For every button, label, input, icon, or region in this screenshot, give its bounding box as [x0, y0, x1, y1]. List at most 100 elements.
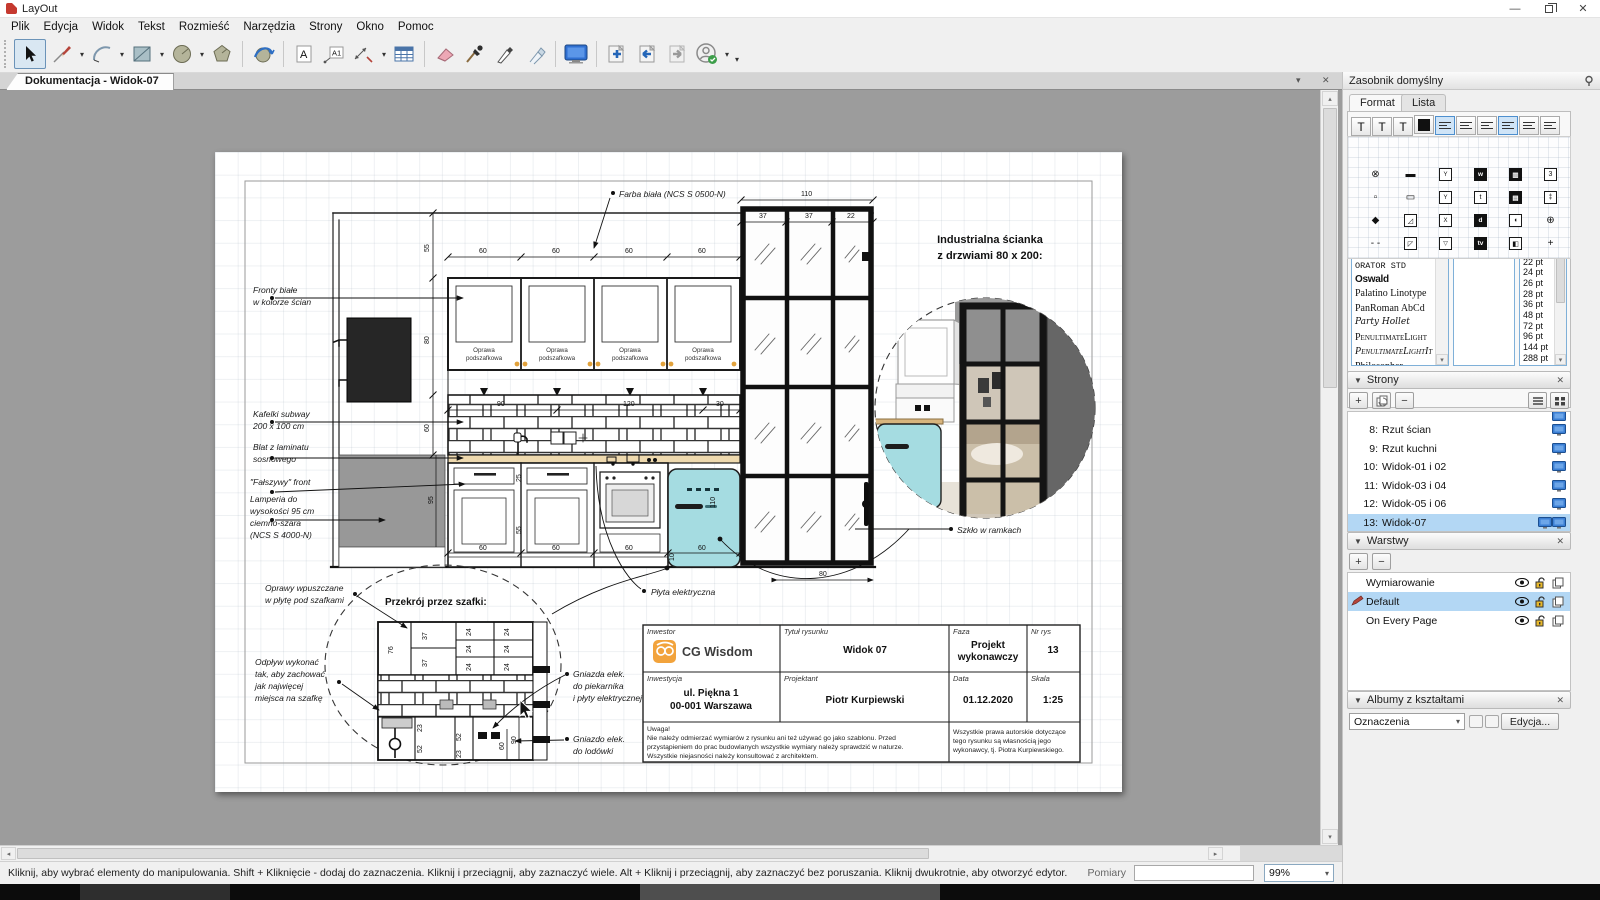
unlock-icon[interactable]: [1535, 577, 1546, 589]
format-text-color-button[interactable]: T: [1393, 117, 1413, 136]
album-next-button[interactable]: [1485, 715, 1499, 728]
share-layer-icon[interactable]: [1552, 596, 1564, 608]
zoom-level-combo[interactable]: 99% ▾: [1264, 864, 1334, 882]
arc-tool-button[interactable]: [88, 40, 116, 68]
pin-icon[interactable]: [1583, 75, 1595, 87]
tray-header[interactable]: Zasobnik domyślny: [1343, 72, 1600, 90]
font-option-13[interactable]: Philosopher: [1352, 360, 1448, 367]
shape-symbol-16[interactable]: ◖: [1498, 209, 1533, 232]
close-button[interactable]: ✕: [1566, 0, 1600, 18]
pages-panel-header[interactable]: ▼ Strony ✕: [1347, 371, 1571, 389]
page-row-rzut-kuchni[interactable]: 9:Rzut kuchni: [1348, 440, 1570, 459]
menu-1[interactable]: Edycja: [37, 20, 86, 34]
font-option-8[interactable]: Palatino Linotype: [1352, 287, 1448, 302]
remove-page-button[interactable]: −: [1395, 392, 1414, 409]
layers-panel-header[interactable]: ▼ Warstwy ✕: [1347, 532, 1571, 550]
select-tool-button[interactable]: [14, 39, 46, 69]
drawing-canvas[interactable]: 60 60 60 60 110 37 37 22 55 80 6: [0, 90, 1320, 845]
font-option-9[interactable]: PanRoman AbCd: [1352, 302, 1448, 317]
tab-scroll-dropdown[interactable]: ▾: [1296, 75, 1301, 86]
page-row-widok-05-i-06[interactable]: 12:Widok-05 i 06: [1348, 495, 1570, 514]
format-color-swatch[interactable]: [1414, 115, 1434, 134]
font-option-11[interactable]: PenultimateLight: [1352, 331, 1448, 346]
glue-tool-button[interactable]: [521, 40, 549, 68]
shape-symbol-19[interactable]: ◸: [1393, 232, 1428, 255]
shape-albums-panel-header[interactable]: ▼ Albumy z kształtami ✕: [1347, 691, 1571, 709]
shape-symbol-1[interactable]: ▬: [1393, 163, 1428, 186]
align-left-button[interactable]: [1435, 116, 1455, 135]
page-list-view-button[interactable]: [1528, 392, 1547, 409]
dimension-tool-dropdown[interactable]: ▾: [379, 50, 389, 59]
add-layer-button[interactable]: +: [1349, 553, 1368, 570]
measurement-input[interactable]: [1134, 865, 1254, 881]
present-tool-button[interactable]: [562, 40, 590, 68]
page-row-rzut-cian[interactable]: 8:Rzut ścian: [1348, 421, 1570, 440]
albums-close-icon[interactable]: ✕: [1556, 695, 1564, 706]
shape-symbol-13[interactable]: ◿: [1393, 209, 1428, 232]
menu-8[interactable]: Pomoc: [391, 20, 441, 34]
tab-lista[interactable]: Lista: [1401, 94, 1446, 111]
unlock-icon[interactable]: [1535, 615, 1546, 627]
tab-dokumentacja-widok-07[interactable]: Dokumentacja - Widok-07: [6, 73, 174, 90]
restore-button[interactable]: [1532, 0, 1566, 18]
font-option-6[interactable]: Orator Std: [1352, 258, 1448, 273]
style-tool-button[interactable]: [249, 40, 277, 68]
text-tool-button[interactable]: A: [290, 40, 318, 68]
menu-6[interactable]: Strony: [302, 20, 349, 34]
vertical-scrollbar[interactable]: ▴ ▾: [1320, 90, 1338, 845]
page-row-widok-07[interactable]: 13:Widok-07: [1348, 514, 1570, 533]
album-collection-select[interactable]: Oznaczenia ▾: [1349, 713, 1465, 730]
account-button[interactable]: [693, 40, 721, 68]
polygon-tool-button[interactable]: [208, 40, 236, 68]
visibility-eye-icon[interactable]: [1515, 616, 1529, 625]
shape-symbol-15[interactable]: d: [1463, 209, 1498, 232]
pages-close-icon[interactable]: ✕: [1556, 375, 1564, 386]
shape-symbol-17[interactable]: ⊕: [1533, 209, 1568, 232]
share-layer-icon[interactable]: [1552, 577, 1564, 589]
dimension-tool-button[interactable]: [350, 40, 378, 68]
horizontal-scroll-thumb[interactable]: [17, 848, 929, 859]
rectangle-tool-dropdown[interactable]: ▾: [157, 50, 167, 59]
add-page-mini-button[interactable]: +: [1349, 392, 1368, 409]
pages-list[interactable]: 8:Rzut ścian 9:Rzut kuchni 10:Widok-01 i…: [1347, 411, 1571, 532]
scroll-up-button[interactable]: ▴: [1322, 91, 1338, 106]
remove-layer-button[interactable]: −: [1372, 553, 1391, 570]
share-layer-icon[interactable]: [1552, 615, 1564, 627]
anchor-center-button[interactable]: [1519, 116, 1539, 135]
shape-symbol-4[interactable]: ▥: [1498, 163, 1533, 186]
shape-symbol-23[interactable]: +: [1533, 232, 1568, 255]
layer-row-default[interactable]: Default: [1348, 592, 1570, 611]
unlock-icon[interactable]: [1535, 596, 1546, 608]
layers-list[interactable]: Wymiarowanie Default On Every Page: [1347, 572, 1571, 691]
shape-symbol-18[interactable]: - -: [1358, 232, 1393, 255]
shape-symbol-5[interactable]: 3: [1533, 163, 1568, 186]
circle-tool-button[interactable]: [168, 40, 196, 68]
menu-2[interactable]: Widok: [85, 20, 131, 34]
menu-3[interactable]: Tekst: [131, 20, 172, 34]
line-tool-dropdown[interactable]: ▾: [77, 50, 87, 59]
anchor-top-button[interactable]: [1498, 116, 1518, 135]
visibility-eye-icon[interactable]: [1515, 578, 1529, 587]
font-scroll-down[interactable]: ▾: [1436, 354, 1448, 365]
shape-symbol-14[interactable]: X: [1428, 209, 1463, 232]
line-tool-button[interactable]: [48, 40, 76, 68]
shape-symbol-3[interactable]: w: [1463, 163, 1498, 186]
format-size-button[interactable]: T: [1372, 117, 1392, 136]
toolbar-grip[interactable]: [4, 40, 10, 68]
eyedropper-tool-button[interactable]: [461, 40, 489, 68]
shape-symbol-2[interactable]: Y: [1428, 163, 1463, 186]
circle-tool-dropdown[interactable]: ▾: [197, 50, 207, 59]
align-center-button[interactable]: [1456, 116, 1476, 135]
scroll-down-button[interactable]: ▾: [1322, 829, 1338, 844]
eraser-tool-button[interactable]: [431, 40, 459, 68]
vertical-scroll-thumb[interactable]: [1323, 108, 1337, 388]
page-grid-view-button[interactable]: [1550, 392, 1569, 409]
tab-close-icon[interactable]: ✕: [1322, 75, 1330, 86]
layers-close-icon[interactable]: ✕: [1556, 536, 1564, 547]
toolbar-overflow-dropdown[interactable]: ▾: [732, 55, 742, 64]
shape-symbol-6[interactable]: ▫: [1358, 186, 1393, 209]
minimize-button[interactable]: —: [1498, 0, 1532, 18]
anchor-bottom-button[interactable]: [1540, 116, 1560, 135]
shape-symbol-21[interactable]: tv: [1463, 232, 1498, 255]
menu-5[interactable]: Narzędzia: [236, 20, 302, 34]
